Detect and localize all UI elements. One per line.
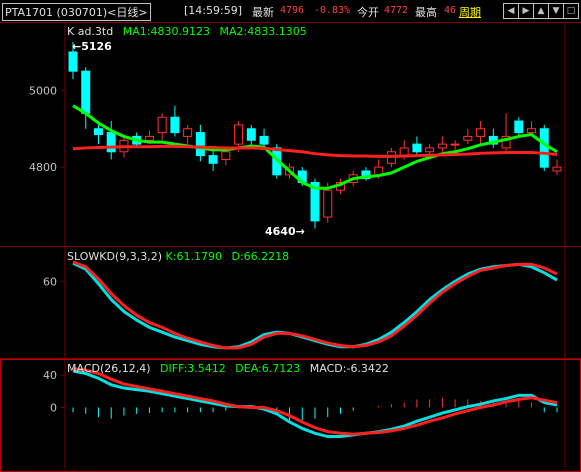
macd-line-dea	[72, 367, 558, 436]
candle-body	[323, 189, 333, 218]
y-tick-label: 4800	[29, 161, 57, 174]
diff-label: DIFF	[160, 362, 184, 375]
candle-body	[81, 70, 91, 114]
candle-body	[463, 135, 473, 141]
candle-body	[246, 128, 256, 141]
kd-line-k	[72, 261, 558, 350]
d-label: D	[231, 250, 240, 263]
kd-title: SLOWKD(9,3,3,2)	[67, 250, 163, 263]
candle-body	[527, 128, 537, 134]
kd-legend: SLOWKD(9,3,3,2) K:61.1790 D:66.2218	[67, 250, 290, 263]
macd-title: MACD(26,12,4)	[67, 362, 151, 375]
candle-body	[450, 143, 460, 146]
candle-body	[514, 120, 524, 134]
candle-body	[93, 128, 103, 136]
diff-value: 3.5412	[187, 362, 226, 375]
candle-body	[234, 124, 244, 145]
y-tick-label: 40	[43, 369, 57, 382]
candle-body	[437, 143, 447, 149]
candle-body	[425, 147, 435, 153]
macd-value: -6.3422	[346, 362, 389, 375]
ma2-label: MA2	[219, 25, 244, 38]
macd-legend: MACD(26,12,4) DIFF:3.5412 DEA:6.7123 MAC…	[67, 362, 389, 375]
dea-value: 6.7123	[261, 362, 301, 375]
ma-line-ma2	[72, 144, 558, 158]
kline-title: K ad.3td	[67, 25, 114, 38]
kline-legend: K ad.3td MA1:4830.9123 MA2:4833.1305	[67, 25, 307, 38]
y-tick-label: 60	[43, 275, 57, 288]
low-annotation: 4640→	[265, 225, 305, 238]
d-value: 66.2218	[243, 250, 290, 263]
candle-body	[157, 116, 167, 134]
candle-body	[221, 151, 231, 160]
kd-line-d	[72, 260, 558, 350]
high-annotation: ←5126	[72, 40, 112, 53]
dea-label: DEA	[235, 362, 259, 375]
candle-body	[539, 128, 549, 168]
y-tick-label: 0	[50, 401, 57, 414]
ma2-value: 4833.1305	[247, 25, 307, 38]
ma1-label: MA1	[122, 25, 147, 38]
y-tick-label: 5000	[29, 84, 57, 97]
candle-body	[106, 132, 116, 153]
candle-body	[170, 116, 180, 134]
candle-body	[552, 166, 562, 172]
candle-body	[195, 132, 205, 157]
candle-body	[144, 135, 154, 141]
candle-body	[412, 143, 422, 153]
macd-label: MACD	[309, 362, 343, 375]
k-label: K	[165, 250, 173, 263]
k-value: 61.1790	[176, 250, 222, 263]
candle-body	[208, 155, 218, 164]
candle-body	[476, 128, 486, 137]
candle-body	[68, 51, 78, 72]
candle-body	[183, 128, 193, 137]
ma1-value: 4830.9123	[150, 25, 210, 38]
candle-body	[259, 135, 269, 145]
